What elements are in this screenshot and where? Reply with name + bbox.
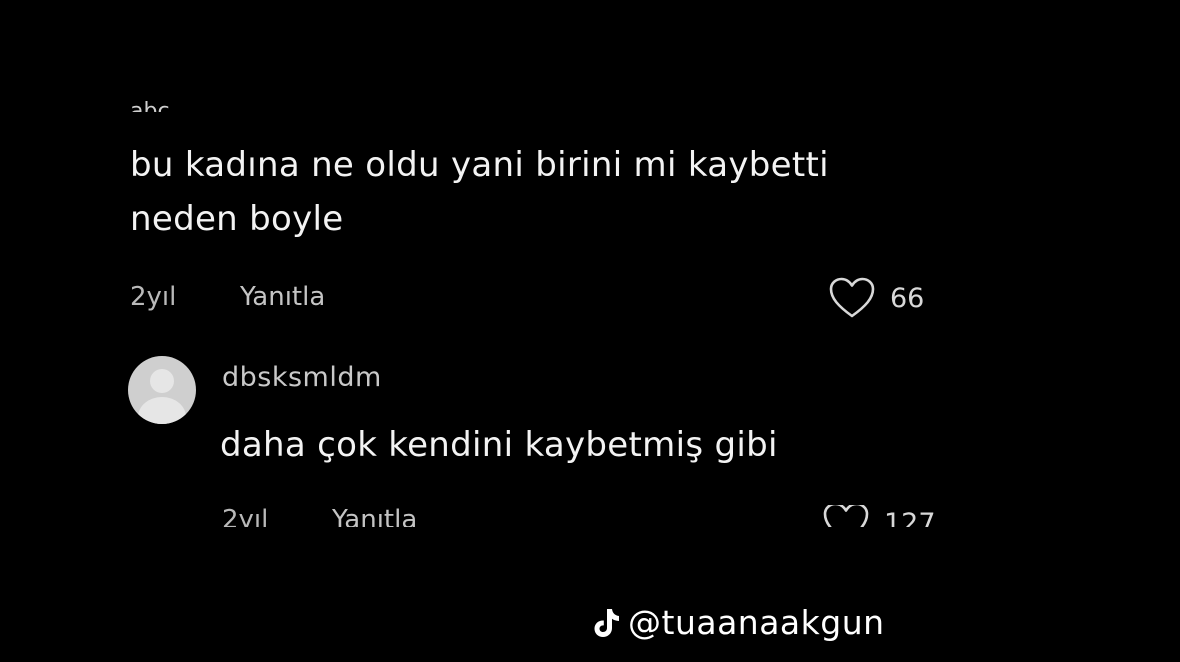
- heart-icon: [823, 505, 869, 527]
- like-button[interactable]: 66: [828, 276, 924, 320]
- reply-username[interactable]: dbsksmldm: [222, 362, 382, 393]
- like-count: 66: [890, 282, 925, 314]
- reply-meta-row-clipped: 2yıl Yanıtla 127: [0, 505, 1180, 527]
- reply-like-count: 127: [884, 507, 936, 528]
- comment-text: bu kadına ne oldu yani birini mi kaybett…: [130, 138, 829, 246]
- comment-text-line1: bu kadına ne oldu yani birini mi kaybett…: [130, 145, 829, 185]
- reply-button[interactable]: Yanıtla: [240, 282, 325, 312]
- tiktok-icon: [594, 608, 619, 637]
- reply-reply-button[interactable]: Yanıtla: [332, 505, 417, 527]
- avatar[interactable]: [128, 356, 196, 424]
- reply-like-button[interactable]: 127: [822, 505, 936, 527]
- avatar-head-shape: [150, 369, 174, 393]
- heart-icon: [829, 277, 875, 318]
- reply-time: 2yıl: [222, 505, 269, 527]
- avatar-body-shape: [138, 397, 186, 424]
- watermark-handle: @tuaanaakgun: [628, 603, 885, 642]
- partial-text-top: abc: [130, 99, 170, 112]
- comment-text-line2: neden boyle: [130, 199, 344, 239]
- watermark: @tuaanaakgun: [592, 603, 885, 642]
- reply-text: daha çok kendini kaybetmiş gibi: [220, 425, 778, 465]
- comment-time: 2yıl: [130, 282, 177, 312]
